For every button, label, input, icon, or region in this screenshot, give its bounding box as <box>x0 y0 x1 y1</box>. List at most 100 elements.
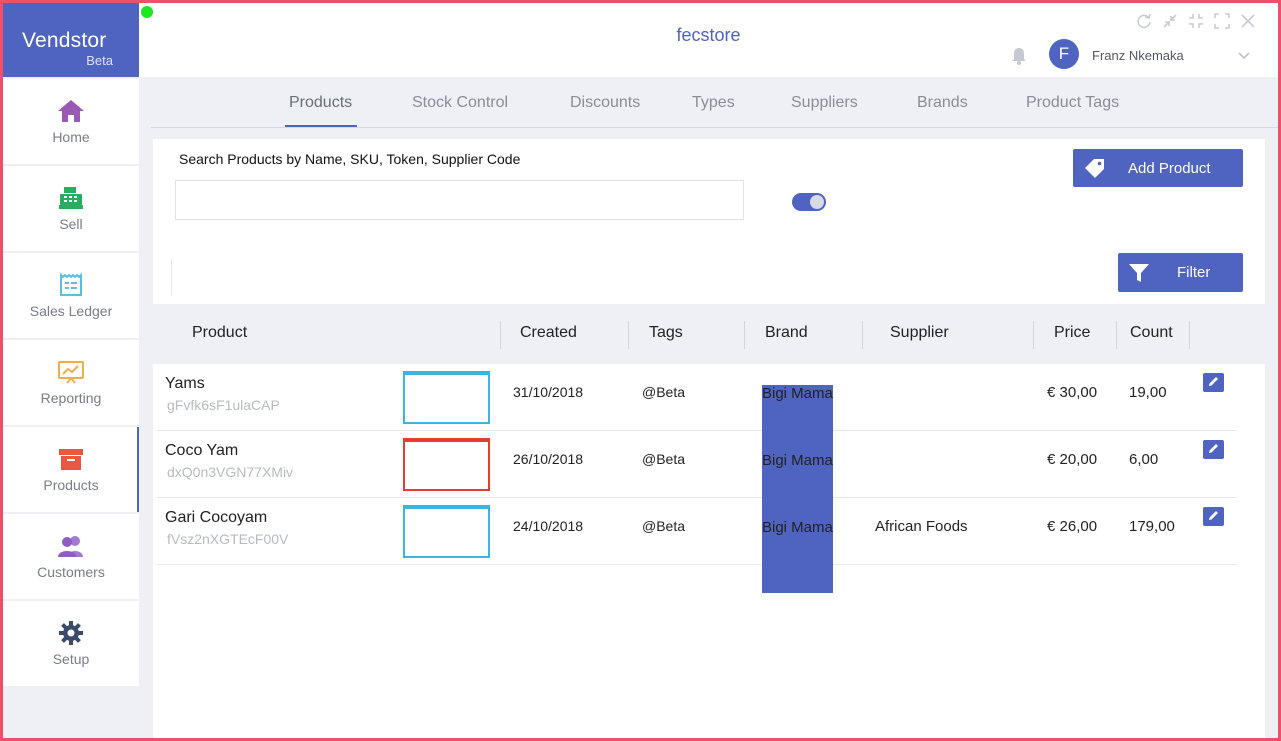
minimize-icon[interactable] <box>1188 13 1204 34</box>
close-icon[interactable] <box>1240 13 1256 34</box>
maximize-icon[interactable] <box>1214 13 1230 34</box>
top-bar: fecstore F Franz Nkemaka <box>139 3 1278 77</box>
product-price: € 20,00 <box>1047 451 1098 468</box>
column-divider <box>1033 321 1034 349</box>
column-divider <box>1116 321 1117 349</box>
home-icon <box>57 99 85 123</box>
column-header-product[interactable]: Product <box>192 324 247 342</box>
brand-sub: Beta <box>86 53 113 68</box>
product-supplier: African Foods <box>875 518 968 535</box>
chart-board-icon <box>57 360 85 384</box>
avatar[interactable]: F <box>1049 39 1079 69</box>
column-header-price[interactable]: Price <box>1054 324 1090 342</box>
users-icon <box>56 534 86 558</box>
sidebar-item-sell[interactable]: Sell <box>3 166 139 251</box>
edit-button[interactable] <box>1203 373 1224 392</box>
search-label: Search Products by Name, SKU, Token, Sup… <box>179 151 521 167</box>
search-panel: Search Products by Name, SKU, Token, Sup… <box>153 139 1265 304</box>
sidebar-item-label: Products <box>43 476 99 493</box>
chevron-down-icon[interactable] <box>1238 51 1250 63</box>
product-thumbnail <box>403 438 490 491</box>
sidebar-item-sales-ledger[interactable]: Sales Ledger <box>3 253 139 338</box>
main-content: Products Stock Control Discounts Types S… <box>139 77 1278 738</box>
pencil-icon <box>1208 374 1219 392</box>
column-header-tags[interactable]: Tags <box>649 324 683 342</box>
pencil-icon <box>1208 508 1219 526</box>
sidebar: Vendstor Beta Home Sell Sales Ledger Rep… <box>3 3 139 738</box>
product-price: € 26,00 <box>1047 518 1098 535</box>
tab-stock-control[interactable]: Stock Control <box>412 94 508 112</box>
shrink-icon[interactable] <box>1162 13 1178 34</box>
tab-products[interactable]: Products <box>289 94 352 112</box>
product-created: 24/10/2018 <box>513 518 584 534</box>
gear-icon <box>58 620 84 645</box>
sidebar-item-label: Sales Ledger <box>29 302 113 319</box>
product-tags: @Beta <box>642 451 686 467</box>
product-created: 31/10/2018 <box>513 384 584 400</box>
sidebar-item-home[interactable]: Home <box>3 79 139 164</box>
product-tags: @Beta <box>642 518 686 534</box>
tag-icon <box>1084 158 1110 178</box>
add-product-button[interactable]: Add Product <box>1073 149 1243 187</box>
tab-product-tags[interactable]: Product Tags <box>1026 94 1119 112</box>
product-created: 26/10/2018 <box>513 451 584 467</box>
product-tags: @Beta <box>642 384 686 400</box>
product-name[interactable]: Yams <box>165 375 205 393</box>
brand-logo[interactable]: Vendstor Beta <box>3 3 139 77</box>
column-divider <box>744 321 745 349</box>
sidebar-item-products[interactable]: Products <box>3 427 139 512</box>
user-name[interactable]: Franz Nkemaka <box>1092 48 1184 63</box>
column-header-brand[interactable]: Brand <box>765 324 808 342</box>
column-divider <box>500 321 501 349</box>
search-toggle[interactable] <box>792 193 826 211</box>
tab-types[interactable]: Types <box>692 94 735 112</box>
column-header-supplier[interactable]: Supplier <box>890 324 949 342</box>
search-input[interactable] <box>175 180 744 220</box>
table-header: Product Created Tags Brand Supplier Pric… <box>153 304 1265 364</box>
sidebar-item-label: Customers <box>37 563 105 580</box>
product-name[interactable]: Gari Cocoyam <box>165 509 267 527</box>
cash-register-icon <box>58 186 84 210</box>
refresh-icon[interactable] <box>1136 13 1152 34</box>
sidebar-item-setup[interactable]: Setup <box>3 601 139 686</box>
add-product-label: Add Product <box>1128 159 1211 177</box>
product-name[interactable]: Coco Yam <box>165 442 238 460</box>
funnel-icon <box>1128 263 1152 283</box>
column-divider <box>862 321 863 349</box>
edit-button[interactable] <box>1203 440 1224 459</box>
product-count: 6,00 <box>1129 451 1159 468</box>
product-brand: Bigi Mama <box>762 519 833 593</box>
tab-bar: Products Stock Control Discounts Types S… <box>151 77 1278 128</box>
column-header-count[interactable]: Count <box>1130 324 1173 342</box>
column-divider <box>1189 321 1190 349</box>
ledger-icon <box>58 272 84 297</box>
filter-button[interactable]: Filter <box>1118 253 1243 292</box>
product-price: € 30,00 <box>1047 384 1098 401</box>
product-sku: dxQ0n3VGN77XMiv <box>167 464 294 480</box>
tab-brands[interactable]: Brands <box>917 94 968 112</box>
sidebar-item-customers[interactable]: Customers <box>3 514 139 599</box>
table-row[interactable]: Gari Cocoyam fVsz2nXGTEcF00V 24/10/2018 … <box>157 498 1237 593</box>
store-name: fecstore <box>676 25 741 45</box>
tab-suppliers[interactable]: Suppliers <box>791 94 858 112</box>
window-controls <box>1136 13 1256 34</box>
edit-button[interactable] <box>1203 507 1224 526</box>
table-row[interactable]: Coco Yam dxQ0n3VGN77XMiv 26/10/2018 @Bet… <box>157 431 1237 526</box>
bell-icon[interactable] <box>1011 47 1027 70</box>
box-icon <box>57 447 85 471</box>
brand-name: Vendstor <box>22 29 107 52</box>
sidebar-item-label: Setup <box>52 650 90 667</box>
product-thumbnail <box>403 371 490 424</box>
active-tab-indicator <box>285 125 357 127</box>
table-row[interactable]: Yams gFvfk6sF1ulaCAP 31/10/2018 @Beta Bi… <box>157 364 1237 459</box>
column-divider <box>628 321 629 349</box>
product-thumbnail <box>403 505 490 558</box>
column-header-created[interactable]: Created <box>520 324 577 342</box>
product-count: 179,00 <box>1129 518 1175 535</box>
products-table: Yams gFvfk6sF1ulaCAP 31/10/2018 @Beta Bi… <box>153 364 1265 738</box>
product-sku: gFvfk6sF1ulaCAP <box>167 397 280 413</box>
pencil-icon <box>1208 441 1219 459</box>
sidebar-item-reporting[interactable]: Reporting <box>3 340 139 425</box>
sidebar-item-label: Reporting <box>40 389 102 406</box>
tab-discounts[interactable]: Discounts <box>570 94 640 112</box>
